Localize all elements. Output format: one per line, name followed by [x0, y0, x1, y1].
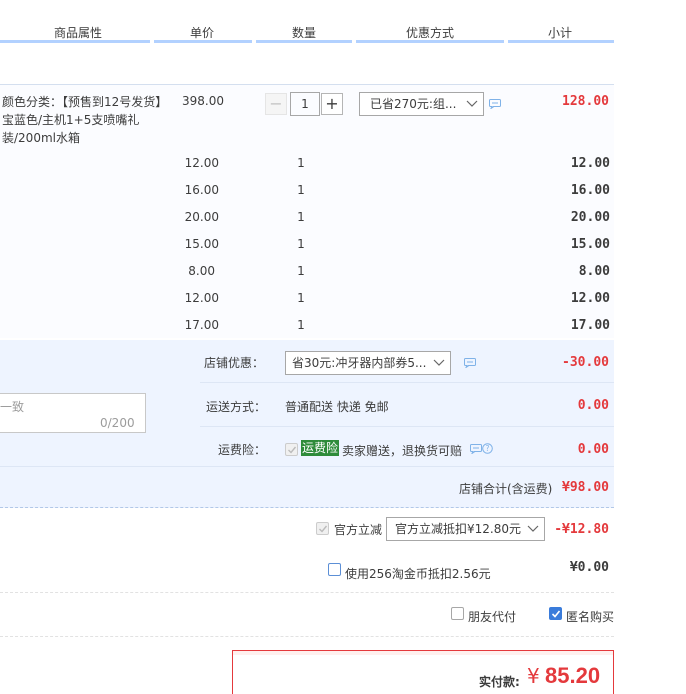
- item-subtotal: 128.00: [562, 94, 609, 109]
- shipping-value: 普通配送 快递 免邮: [285, 400, 389, 414]
- anonymous-label: 匿名购买: [566, 610, 615, 624]
- section-divider: [0, 636, 614, 637]
- header-quantity: 数量: [291, 26, 316, 40]
- insurance-text: 卖家赠送，退换货可赔: [342, 444, 463, 458]
- header-subtotal: 小计: [547, 26, 572, 40]
- shipping-label: 运送方式：: [205, 400, 266, 414]
- bundle-qty: 1: [297, 237, 305, 251]
- bundle-subtotal: 17.00: [570, 318, 610, 333]
- shop-discount-label: 店铺优惠：: [203, 356, 264, 370]
- row-divider: [200, 382, 614, 383]
- header-underline: [154, 40, 252, 43]
- row-divider: [200, 426, 614, 427]
- insurance-label: 运费险：: [217, 443, 266, 457]
- bundle-qty: 1: [297, 210, 305, 224]
- header-underline: [0, 40, 150, 43]
- header-price: 单价: [189, 26, 214, 40]
- shop-discount-amount: -30.00: [562, 355, 609, 370]
- bundle-qty: 1: [297, 156, 305, 170]
- message-placeholder: 一致: [0, 400, 25, 414]
- header-promo: 优惠方式: [405, 26, 454, 40]
- shop-discount-value: 省30元:冲牙器内部券5...: [292, 356, 427, 370]
- item-attributes: 颜色分类：【预售到12号发货】宝蓝色/主机1+5支喷嘴礼装/200ml水箱: [2, 95, 162, 145]
- bundle-subtotal: 20.00: [570, 210, 610, 225]
- section-divider: [0, 592, 614, 593]
- header-underline: [356, 40, 504, 43]
- shipping-amount: 0.00: [577, 398, 609, 413]
- chat-icon[interactable]: [464, 358, 476, 368]
- quantity-plus-button[interactable]: +: [321, 93, 343, 115]
- bundle-qty: 1: [297, 183, 305, 197]
- insurance-tag: 运费险: [301, 440, 340, 456]
- official-discount-label: 官方立减: [334, 523, 383, 537]
- quantity-minus-button[interactable]: −: [265, 93, 287, 115]
- insurance-amount: 0.00: [577, 442, 609, 457]
- svg-text:?: ?: [486, 444, 490, 453]
- header-attr: 商品属性: [53, 26, 102, 40]
- section-divider: [0, 507, 614, 508]
- final-label: 实付款:: [479, 675, 520, 689]
- bundle-price: 15.00: [184, 237, 219, 251]
- row-divider: [0, 466, 614, 467]
- coins-label: 使用256淘金币抵扣2.56元: [345, 567, 491, 581]
- shop-total-amount: ¥98.00: [562, 480, 609, 495]
- coins-checkbox[interactable]: [328, 563, 341, 576]
- bundle-subtotal: 16.00: [570, 183, 610, 198]
- promo-select[interactable]: 已省270元:组...: [359, 92, 484, 116]
- chat-icon[interactable]: [489, 99, 501, 109]
- item-price: 398.00: [182, 94, 224, 108]
- chevron-down-icon: [433, 359, 445, 366]
- bundle-subtotal: 8.00: [578, 264, 610, 279]
- bundle-price: 20.00: [184, 210, 219, 224]
- final-box-topbar: [233, 651, 613, 655]
- official-discount-amount: -¥12.80: [554, 522, 609, 537]
- shop-discount-select[interactable]: 省30元:冲牙器内部券5...: [285, 351, 451, 375]
- help-icon[interactable]: ?: [482, 443, 493, 454]
- friend-pay-checkbox[interactable]: [451, 607, 464, 620]
- official-discount-checkbox: [316, 522, 329, 535]
- bundle-subtotal: 12.00: [570, 156, 610, 171]
- coins-amount: ¥0.00: [569, 560, 609, 575]
- quantity-input[interactable]: 1: [290, 92, 320, 116]
- final-amount: 85.20: [545, 663, 601, 688]
- insurance-checkbox: [285, 443, 298, 456]
- chevron-down-icon: [466, 100, 478, 107]
- bundle-price: 17.00: [184, 318, 219, 332]
- bundle-subtotal: 12.00: [570, 291, 610, 306]
- message-char-count: 0/200: [100, 416, 135, 430]
- bundle-qty: 1: [297, 291, 305, 305]
- header-underline: [508, 40, 614, 43]
- bundle-price: 12.00: [184, 156, 219, 170]
- bundle-price: 12.00: [184, 291, 219, 305]
- bundle-qty: 1: [297, 318, 305, 332]
- anonymous-checkbox[interactable]: [549, 607, 562, 620]
- bundle-qty: 1: [297, 264, 305, 278]
- bundle-subtotal: 15.00: [570, 237, 610, 252]
- header-underline: [256, 40, 352, 43]
- chat-icon[interactable]: [470, 444, 482, 454]
- official-discount-value: 官方立减抵扣¥12.80元: [395, 522, 521, 536]
- bundle-price: 8.00: [188, 264, 215, 278]
- friend-pay-label: 朋友代付: [468, 610, 517, 624]
- bundle-price: 16.00: [184, 183, 219, 197]
- promo-select-value: 已省270元:组...: [370, 97, 457, 111]
- final-currency: ¥: [527, 664, 540, 688]
